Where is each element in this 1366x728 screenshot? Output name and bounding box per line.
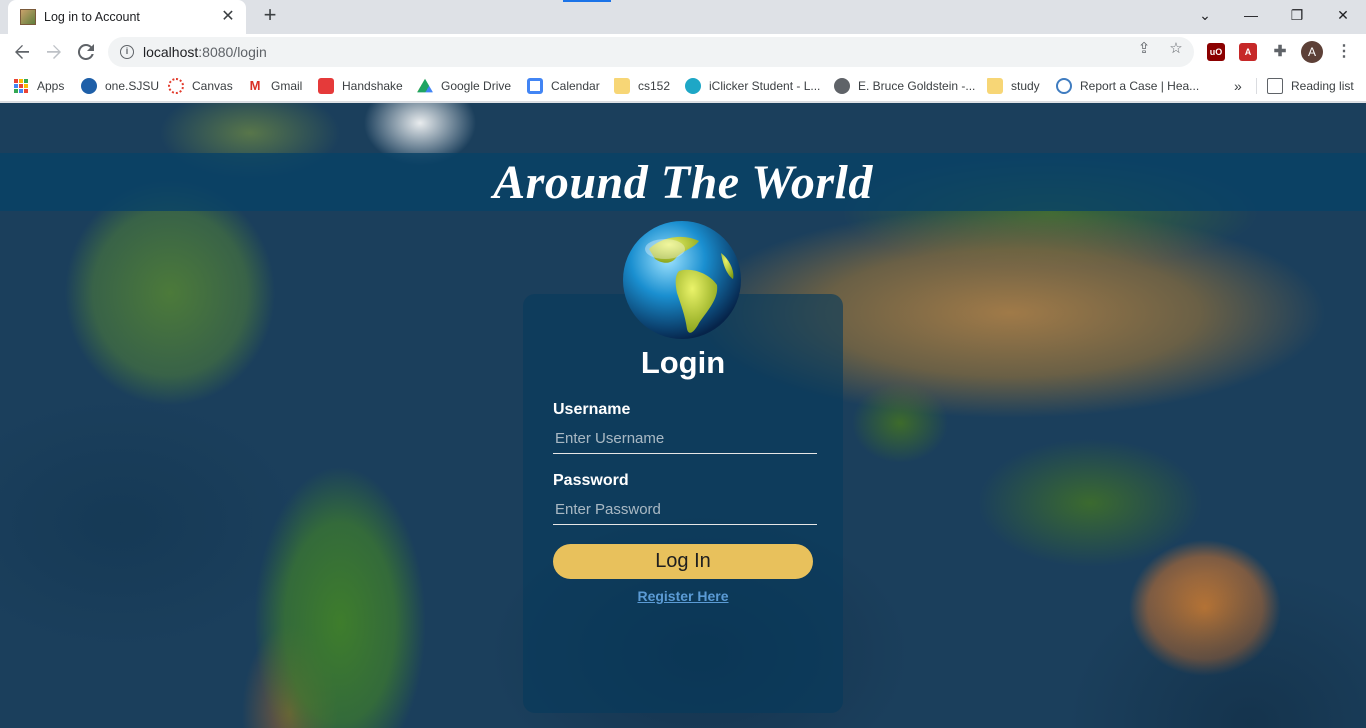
bookmark-canvas[interactable]: Canvas xyxy=(168,76,233,96)
handshake-icon xyxy=(318,78,334,94)
close-window-button[interactable]: ✕ xyxy=(1320,0,1366,30)
folder-icon xyxy=(987,78,1003,94)
bookmark-iclicker[interactable]: iClicker Student - L... xyxy=(685,76,820,96)
drive-icon xyxy=(417,78,433,93)
bookmark-label: study xyxy=(1011,79,1040,93)
back-arrow-icon[interactable] xyxy=(8,38,36,66)
bookmark-label: Handshake xyxy=(342,79,403,93)
url-path: :8080/login xyxy=(198,44,267,60)
url-text: localhost:8080/login xyxy=(143,44,267,60)
folder-icon xyxy=(614,78,630,94)
tab-title: Log in to Account xyxy=(44,10,140,24)
bookmark-goldstein[interactable]: E. Bruce Goldstein -... xyxy=(834,76,975,96)
apps-grid-icon xyxy=(14,79,28,93)
password-label: Password xyxy=(553,472,629,489)
bookmark-report-case[interactable]: Report a Case | Hea... xyxy=(1056,76,1199,96)
bookmark-gmail[interactable]: M Gmail xyxy=(247,76,303,96)
username-input[interactable] xyxy=(553,424,817,454)
url-host: localhost xyxy=(143,44,199,60)
share-icon[interactable]: ⇪ xyxy=(1136,41,1152,57)
pdf-extension-icon[interactable]: A xyxy=(1239,43,1257,61)
calendar-icon xyxy=(527,78,543,94)
ublock-extension-icon[interactable]: uO xyxy=(1207,43,1225,61)
bookmark-google-drive[interactable]: Google Drive xyxy=(417,76,511,96)
tab-strip: Log in to Account ✕ + ⌄ — ❐ ✕ xyxy=(0,0,1366,34)
globe-icon xyxy=(834,78,850,94)
bookmark-label: Report a Case | Hea... xyxy=(1080,79,1200,93)
globe-logo-icon xyxy=(623,221,741,339)
bookmark-handshake[interactable]: Handshake xyxy=(318,76,403,96)
tab-drag-indicator xyxy=(563,0,611,2)
bookmark-label: one.SJSU xyxy=(105,79,160,93)
tab-search-button[interactable]: ⌄ xyxy=(1182,0,1228,30)
site-favicon-icon xyxy=(20,9,36,25)
forward-arrow-icon[interactable] xyxy=(40,38,68,66)
active-tab[interactable]: Log in to Account ✕ xyxy=(8,0,246,34)
bookmark-label: iClicker Student - L... xyxy=(709,79,821,93)
reading-list-label: Reading list xyxy=(1291,79,1354,93)
login-heading: Login xyxy=(640,345,726,380)
bookmarks-bar: Apps one.SJSU Canvas M Gmail Handshake G… xyxy=(0,70,1366,102)
new-tab-button[interactable]: + xyxy=(258,4,282,28)
site-info-icon[interactable]: i xyxy=(120,45,134,59)
minimize-button[interactable]: — xyxy=(1228,0,1274,30)
bookmark-label: Calendar xyxy=(551,79,600,93)
report-icon xyxy=(1056,78,1072,94)
bookmark-apps[interactable]: Apps xyxy=(14,76,64,96)
browser-toolbar: i localhost:8080/login ⇪ ☆ uO A ✚ A ⋮ xyxy=(0,34,1366,70)
bookmark-label: cs152 xyxy=(638,79,671,93)
reload-icon[interactable] xyxy=(72,38,100,66)
bookmark-calendar[interactable]: Calendar xyxy=(527,76,600,96)
reading-list-button[interactable]: Reading list xyxy=(1267,76,1354,96)
profile-avatar[interactable]: A xyxy=(1301,41,1323,63)
tab-close-icon[interactable]: ✕ xyxy=(220,9,236,25)
page-viewport: Around The World Login Username Password… xyxy=(0,103,1366,728)
chrome-menu-icon[interactable]: ⋮ xyxy=(1336,42,1352,62)
bookmark-folder-cs152[interactable]: cs152 xyxy=(614,76,670,96)
canvas-icon xyxy=(168,78,184,94)
site-title: Around The World xyxy=(493,156,873,209)
gmail-icon: M xyxy=(249,78,261,93)
more-bookmarks-chevron-icon[interactable]: » xyxy=(1234,76,1242,96)
username-label: Username xyxy=(553,401,631,418)
login-button[interactable]: Log In xyxy=(553,544,813,579)
address-bar[interactable]: i localhost:8080/login xyxy=(108,37,1194,67)
bookmarks-divider xyxy=(1256,78,1257,94)
bookmark-label: Gmail xyxy=(271,79,303,93)
bookmark-one-sjsu[interactable]: one.SJSU xyxy=(81,76,159,96)
bookmark-label: Canvas xyxy=(192,79,233,93)
extensions-puzzle-icon[interactable]: ✚ xyxy=(1271,43,1289,61)
bookmark-star-icon[interactable]: ☆ xyxy=(1168,41,1184,57)
bookmark-label: Google Drive xyxy=(441,79,512,93)
reading-list-icon xyxy=(1267,78,1283,94)
bookmark-folder-study[interactable]: study xyxy=(987,76,1040,96)
bookmark-label: Apps xyxy=(37,79,65,93)
restore-button[interactable]: ❐ xyxy=(1274,0,1320,30)
iclicker-icon xyxy=(685,78,701,94)
register-link[interactable]: Register Here xyxy=(523,588,843,604)
bookmark-label: E. Bruce Goldstein -... xyxy=(858,79,976,93)
password-input[interactable] xyxy=(553,495,817,525)
sjsu-icon xyxy=(81,78,97,94)
